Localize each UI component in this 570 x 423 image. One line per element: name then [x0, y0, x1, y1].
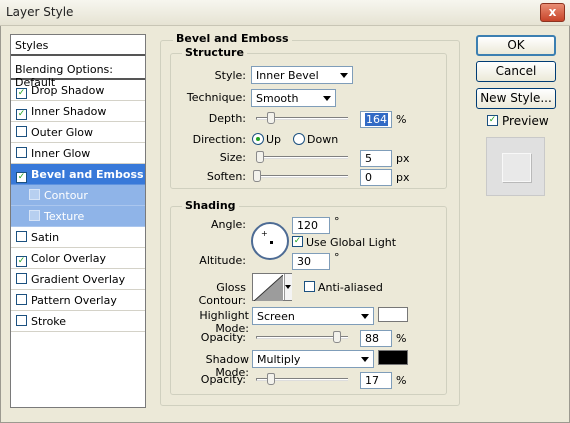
- sidebar-item-texture[interactable]: Texture: [11, 206, 145, 227]
- angle-dial[interactable]: +: [251, 222, 289, 260]
- cancel-button[interactable]: Cancel: [476, 61, 556, 82]
- size-label: Size:: [219, 151, 246, 164]
- highlight-opacity-label: Opacity:: [200, 331, 246, 344]
- crosshair-icon: +: [261, 229, 268, 238]
- sidebar-item-drop-shadow[interactable]: ✓ Drop Shadow: [11, 80, 145, 101]
- blending-options-item[interactable]: Blending Options: Default: [11, 59, 145, 89]
- angle-unit: °: [334, 215, 340, 228]
- stroke-checkbox[interactable]: [16, 315, 27, 326]
- technique-label: Technique:: [186, 91, 246, 104]
- gloss-contour-picker[interactable]: [252, 273, 292, 301]
- soften-unit: px: [396, 171, 410, 184]
- preview-swatch: [502, 153, 531, 182]
- ok-button[interactable]: OK: [476, 35, 556, 56]
- sidebar-item-inner-glow[interactable]: Inner Glow: [11, 143, 145, 164]
- sidebar-item-color-overlay[interactable]: ✓ Color Overlay: [11, 248, 145, 269]
- shadow-mode-select[interactable]: Multiply: [252, 350, 374, 368]
- sidebar-item-gradient-overlay[interactable]: Gradient Overlay: [11, 269, 145, 290]
- gradient-overlay-checkbox[interactable]: [16, 273, 27, 284]
- sidebar-item-pattern-overlay[interactable]: Pattern Overlay: [11, 290, 145, 311]
- pattern-overlay-checkbox[interactable]: [16, 294, 27, 305]
- direction-label: Direction:: [192, 133, 246, 146]
- direction-down-radio[interactable]: [293, 133, 305, 145]
- depth-input[interactable]: 164: [360, 111, 392, 128]
- style-label: Style:: [214, 69, 246, 82]
- title-bar: Layer Style x: [0, 0, 570, 26]
- anti-aliased-label: Anti-aliased: [318, 281, 383, 294]
- depth-unit: %: [396, 113, 407, 126]
- close-icon: x: [548, 5, 557, 19]
- highlight-opacity-input[interactable]: 88: [360, 330, 392, 347]
- sidebar-item-inner-shadow[interactable]: ✓ Inner Shadow: [11, 101, 145, 122]
- highlight-opacity-thumb[interactable]: [333, 331, 341, 343]
- chevron-down-icon: [361, 357, 369, 362]
- inner-shadow-checkbox[interactable]: ✓: [16, 109, 27, 120]
- size-input[interactable]: 5: [360, 150, 392, 167]
- direction-up-radio[interactable]: [252, 133, 264, 145]
- gloss-contour-label: Gloss Contour:: [198, 281, 246, 307]
- color-overlay-checkbox[interactable]: ✓: [16, 256, 27, 267]
- depth-label: Depth:: [208, 112, 246, 125]
- chevron-down-icon: [340, 73, 348, 78]
- drop-shadow-checkbox[interactable]: ✓: [16, 88, 27, 99]
- sidebar-item-satin[interactable]: Satin: [11, 227, 145, 248]
- shadow-opacity-input[interactable]: 17: [360, 372, 392, 389]
- soften-label: Soften:: [206, 170, 246, 183]
- new-style-button[interactable]: New Style...: [476, 88, 556, 109]
- sidebar-item-stroke[interactable]: Stroke: [11, 311, 145, 332]
- texture-checkbox[interactable]: [29, 210, 40, 221]
- shadow-opacity-unit: %: [396, 374, 407, 387]
- highlight-opacity-unit: %: [396, 332, 407, 345]
- shadow-color-swatch[interactable]: [378, 350, 408, 365]
- sidebar-item-bevel-and-emboss[interactable]: ✓ Bevel and Emboss: [11, 164, 145, 185]
- outer-glow-checkbox[interactable]: [16, 126, 27, 137]
- angle-input[interactable]: 120: [292, 217, 330, 234]
- soften-input[interactable]: 0: [360, 169, 392, 186]
- bevel-emboss-checkbox[interactable]: ✓: [16, 172, 27, 183]
- altitude-input[interactable]: 30: [292, 253, 330, 270]
- structure-title: Structure: [182, 46, 247, 59]
- inner-glow-checkbox[interactable]: [16, 147, 27, 158]
- chevron-down-icon: [361, 314, 369, 319]
- sidebar-item-outer-glow[interactable]: Outer Glow: [11, 122, 145, 143]
- satin-checkbox[interactable]: [16, 231, 27, 242]
- use-global-light-checkbox[interactable]: ✓: [292, 236, 303, 247]
- size-unit: px: [396, 152, 410, 165]
- close-button[interactable]: x: [540, 3, 565, 22]
- sidebar-item-contour[interactable]: Contour: [11, 185, 145, 206]
- size-slider-track[interactable]: [256, 156, 348, 159]
- use-global-light-label: Use Global Light: [306, 236, 397, 249]
- depth-slider-thumb[interactable]: [267, 112, 275, 124]
- direction-down-label: Down: [307, 133, 339, 146]
- anti-aliased-checkbox[interactable]: [304, 281, 315, 292]
- soften-slider-track[interactable]: [256, 175, 348, 178]
- shading-title: Shading: [182, 199, 239, 212]
- preview-thumbnail: [486, 137, 545, 196]
- chevron-down-icon: [285, 285, 291, 289]
- shadow-opacity-thumb[interactable]: [267, 373, 275, 385]
- soften-slider-thumb[interactable]: [253, 170, 261, 182]
- preview-checkbox[interactable]: ✓: [487, 115, 498, 126]
- contour-checkbox[interactable]: [29, 189, 40, 200]
- size-slider-thumb[interactable]: [256, 151, 264, 163]
- styles-list: Styles Blending Options: Default ✓ Drop S…: [10, 34, 146, 408]
- chevron-down-icon: [323, 96, 331, 101]
- highlight-color-swatch[interactable]: [378, 307, 408, 322]
- highlight-mode-select[interactable]: Screen: [252, 307, 374, 325]
- preview-label: Preview: [502, 114, 549, 128]
- altitude-label: Altitude:: [199, 254, 246, 267]
- angle-label: Angle:: [210, 218, 246, 231]
- angle-indicator: [270, 241, 273, 244]
- gloss-dropdown[interactable]: [284, 274, 292, 300]
- shadow-opacity-label: Opacity:: [200, 373, 246, 386]
- styles-header[interactable]: Styles: [11, 35, 145, 56]
- window-title: Layer Style: [6, 5, 74, 19]
- contour-curve-icon: [254, 275, 283, 301]
- altitude-unit: °: [334, 251, 340, 264]
- direction-up-label: Up: [266, 133, 282, 146]
- technique-select[interactable]: Smooth: [251, 89, 336, 107]
- style-select[interactable]: Inner Bevel: [251, 66, 353, 84]
- bevel-emboss-title: Bevel and Emboss: [173, 32, 292, 45]
